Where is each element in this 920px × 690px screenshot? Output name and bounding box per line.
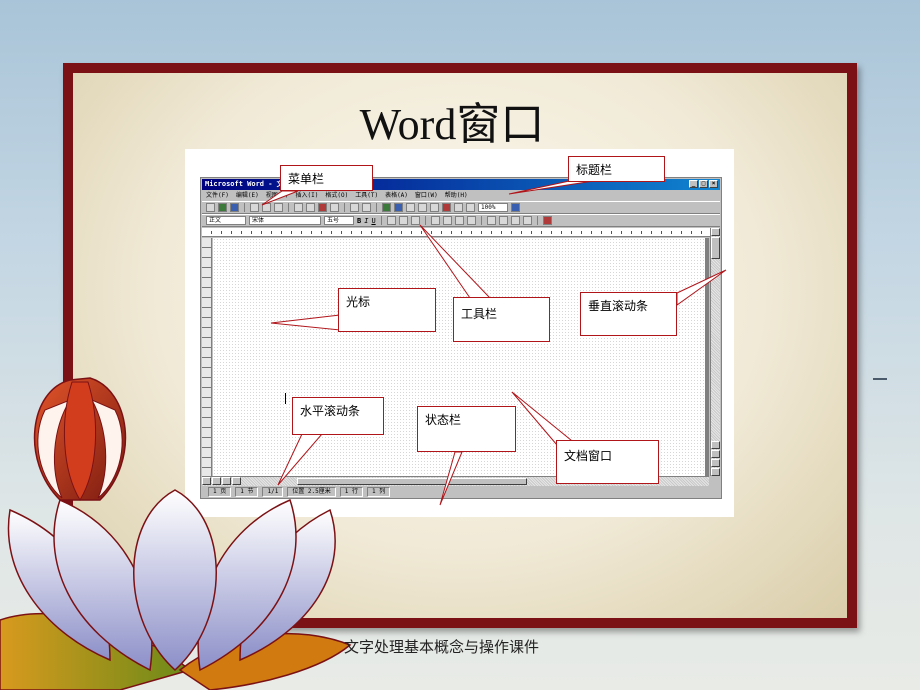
callout-toolbar: 工具栏: [453, 297, 550, 342]
increase-indent-icon[interactable]: [522, 216, 532, 225]
close-button[interactable]: ×: [709, 180, 718, 188]
numbering-icon[interactable]: [486, 216, 496, 225]
justify-icon[interactable]: [466, 216, 476, 225]
char-border-icon[interactable]: [386, 216, 396, 225]
italic-button[interactable]: I: [364, 217, 368, 225]
hyperlink-icon[interactable]: [382, 203, 391, 212]
print-preview-icon[interactable]: [262, 203, 271, 212]
window-buttons: _ □ ×: [689, 180, 718, 188]
insert-table-icon[interactable]: [406, 203, 415, 212]
callout-menu-bar: 菜单栏: [280, 165, 373, 191]
insert-excel-icon[interactable]: [418, 203, 427, 212]
menu-table[interactable]: 表格(A): [385, 190, 408, 201]
vertical-scroll-thumb[interactable]: [711, 237, 720, 259]
next-page-button[interactable]: [711, 468, 720, 476]
menu-window[interactable]: 窗口(W): [415, 190, 438, 201]
callout-document-window: 文档窗口: [556, 440, 659, 484]
bold-button[interactable]: B: [357, 217, 361, 225]
underline-button[interactable]: U: [371, 217, 375, 225]
spelling-icon[interactable]: [274, 203, 283, 212]
menu-format[interactable]: 格式(O): [325, 190, 348, 201]
decrease-indent-icon[interactable]: [510, 216, 520, 225]
font-color-icon[interactable]: [542, 216, 552, 225]
font-select[interactable]: 宋体: [249, 216, 321, 225]
callout-vertical-scrollbar: 垂直滚动条: [580, 292, 677, 336]
menu-insert[interactable]: 插入(I): [296, 190, 319, 201]
style-select[interactable]: 正文: [206, 216, 246, 225]
toolbar-separator: [536, 216, 538, 225]
menu-view[interactable]: 视图(V): [266, 190, 289, 201]
vertical-scrollbar[interactable]: [710, 228, 720, 476]
char-shading-icon[interactable]: [398, 216, 408, 225]
minimize-button[interactable]: _: [689, 180, 698, 188]
callout-title-bar: 标题栏: [568, 156, 665, 182]
decorative-dash: [873, 378, 887, 380]
menu-file[interactable]: 文件(F): [206, 190, 229, 201]
horizontal-ruler[interactable]: [202, 228, 711, 237]
tables-borders-icon[interactable]: [394, 203, 403, 212]
word-menu-bar: 文件(F) 编辑(E) 视图(V) 插入(I) 格式(O) 工具(T) 表格(A…: [202, 190, 720, 201]
callout-status-bar: 状态栏: [417, 406, 516, 452]
toolbar-separator: [424, 216, 426, 225]
maximize-button[interactable]: □: [699, 180, 708, 188]
footer-text: 文字处理基本概念与操作课件: [344, 638, 540, 656]
align-center-icon[interactable]: [442, 216, 452, 225]
new-document-icon[interactable]: [206, 203, 215, 212]
menu-edit[interactable]: 编辑(E): [236, 190, 259, 201]
columns-icon[interactable]: [430, 203, 439, 212]
save-icon[interactable]: [230, 203, 239, 212]
redo-icon[interactable]: [362, 203, 371, 212]
slide-title: Word窗口: [359, 100, 545, 149]
toolbar-separator: [288, 203, 289, 212]
align-left-icon[interactable]: [430, 216, 440, 225]
toolbar-separator: [244, 203, 245, 212]
menu-tools[interactable]: 工具(T): [355, 190, 378, 201]
toolbar-separator: [480, 216, 482, 225]
font-size-select[interactable]: 五号: [324, 216, 354, 225]
undo-icon[interactable]: [350, 203, 359, 212]
toolbar-separator: [376, 203, 377, 212]
open-folder-icon[interactable]: [218, 203, 227, 212]
show-hide-icon[interactable]: [466, 203, 475, 212]
standard-toolbar: 100%: [202, 201, 720, 214]
select-browse-object-button[interactable]: [711, 459, 720, 467]
format-painter-icon[interactable]: [330, 203, 339, 212]
scroll-down-button[interactable]: [711, 441, 720, 449]
lotus-flower-decoration: [0, 377, 352, 690]
previous-page-button[interactable]: [711, 450, 720, 458]
print-icon[interactable]: [250, 203, 259, 212]
drawing-icon[interactable]: [442, 203, 451, 212]
copy-icon[interactable]: [306, 203, 315, 212]
bullets-icon[interactable]: [498, 216, 508, 225]
zoom-select[interactable]: 100%: [478, 203, 508, 212]
menu-help[interactable]: 帮助(H): [445, 190, 468, 201]
align-right-icon[interactable]: [454, 216, 464, 225]
paste-icon[interactable]: [318, 203, 327, 212]
document-map-icon[interactable]: [454, 203, 463, 212]
char-scale-icon[interactable]: [410, 216, 420, 225]
scroll-up-button[interactable]: [711, 228, 720, 236]
toolbar-separator: [344, 203, 345, 212]
cut-icon[interactable]: [294, 203, 303, 212]
help-icon[interactable]: [511, 203, 520, 212]
toolbar-separator: [380, 216, 382, 225]
callout-cursor: 光标: [338, 288, 436, 332]
formatting-toolbar: 正文 宋体 五号 B I U: [202, 214, 720, 227]
